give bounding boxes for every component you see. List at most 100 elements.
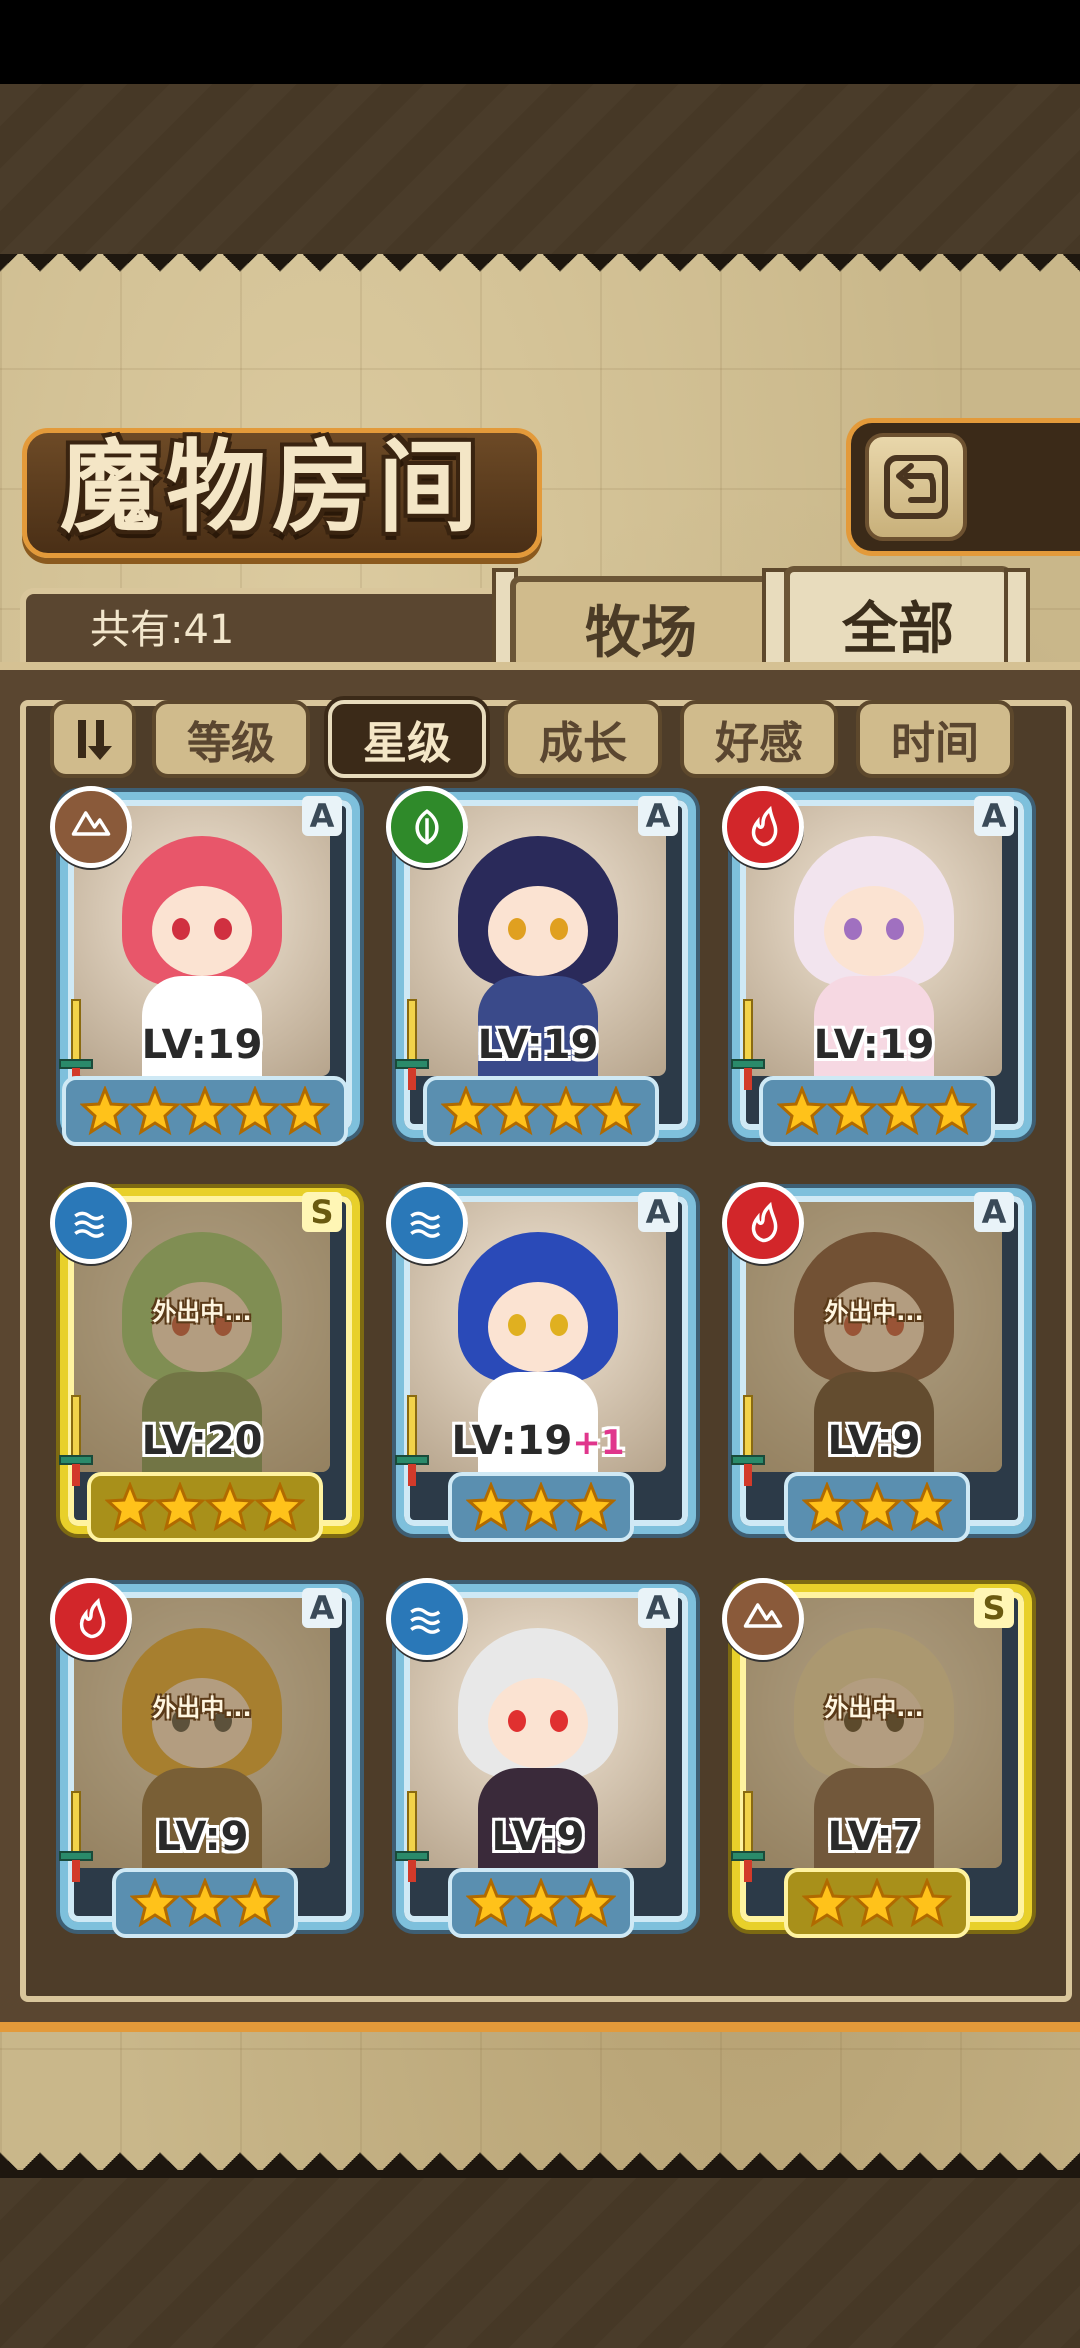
star-rating [722, 1472, 1032, 1542]
sort-label: 成长 [539, 718, 627, 769]
sort-label: 时间 [891, 718, 979, 769]
monster-card[interactable]: A LV:19 [386, 786, 696, 1156]
star-icon [255, 1482, 305, 1532]
star-icon [491, 1086, 541, 1136]
star-icon [802, 1482, 852, 1532]
away-status: 外出中... [824, 1694, 924, 1722]
level-value: LV:19 [813, 1022, 935, 1068]
star-icon [105, 1482, 155, 1532]
sort-order-toggle[interactable] [50, 700, 136, 778]
star-icon [516, 1482, 566, 1532]
star-rating [386, 1868, 696, 1938]
star-icon [230, 1878, 280, 1928]
star-rating [722, 1868, 1032, 1938]
sort-by-time-button[interactable]: 时间 [856, 700, 1014, 778]
star-icon [466, 1878, 516, 1928]
level-value: LV:19 [477, 1022, 599, 1068]
water-icon [50, 1182, 132, 1264]
monster-card[interactable]: A LV:19 [50, 786, 360, 1156]
level-label: LV:19 [74, 1022, 330, 1068]
star-icon [777, 1086, 827, 1136]
level-label: LV:7 [746, 1814, 1002, 1860]
level-label: LV:20 [74, 1418, 330, 1464]
leaf-icon [386, 786, 468, 868]
level-value: LV:19 [141, 1022, 263, 1068]
star-icon [130, 1878, 180, 1928]
star-icon [130, 1086, 180, 1136]
monster-card[interactable]: 外出中... A LV:9 [722, 1182, 1032, 1552]
star-rating [50, 1472, 360, 1542]
level-label: LV:9 [746, 1418, 1002, 1464]
earth-icon [722, 1578, 804, 1660]
star-icon [180, 1878, 230, 1928]
monster-card[interactable]: A LV:19 [722, 786, 1032, 1156]
level-label: LV:9 [410, 1814, 666, 1860]
sort-direction-icon [78, 720, 112, 760]
level-value: LV:9 [827, 1418, 921, 1464]
level-label: LV:19 [746, 1022, 1002, 1068]
star-rating [386, 1472, 696, 1542]
level-value: LV:9 [155, 1814, 249, 1860]
star-icon [852, 1482, 902, 1532]
star-icon [902, 1878, 952, 1928]
fire-icon [722, 1182, 804, 1264]
sort-by-growth-button[interactable]: 成长 [504, 700, 662, 778]
sort-by-level-button[interactable]: 等级 [152, 700, 310, 778]
back-button[interactable] [846, 418, 1080, 556]
level-bonus: +1 [572, 1423, 625, 1463]
tab-all-label: 全部 [842, 595, 954, 662]
sort-by-star-button[interactable]: 星级 [328, 700, 486, 778]
top-decor-strip [0, 84, 1080, 262]
rank-badge: A [302, 1588, 342, 1628]
fire-icon [50, 1578, 132, 1660]
star-rating [386, 1076, 696, 1146]
level-value: LV:7 [827, 1814, 921, 1860]
monster-card[interactable]: 外出中... S LV:20 [50, 1182, 360, 1552]
monster-card[interactable]: 外出中... A LV:9 [50, 1578, 360, 1948]
monster-card[interactable]: 外出中... S LV:7 [722, 1578, 1032, 1948]
star-icon [802, 1878, 852, 1928]
level-label: LV:9 [74, 1814, 330, 1860]
rank-badge: A [638, 796, 678, 836]
star-icon [927, 1086, 977, 1136]
monster-card[interactable]: A LV:19+1 [386, 1182, 696, 1552]
monster-count: 共有:41 [90, 607, 235, 653]
rank-badge: A [974, 1192, 1014, 1232]
water-icon [386, 1182, 468, 1264]
tab-all[interactable]: 全部 [784, 566, 1012, 676]
star-icon [441, 1086, 491, 1136]
level-value: LV:19 [451, 1418, 573, 1464]
rank-badge: A [638, 1588, 678, 1628]
away-status: 外出中... [152, 1298, 252, 1326]
star-icon [466, 1482, 516, 1532]
sort-by-affection-button[interactable]: 好感 [680, 700, 838, 778]
zigzag-border-top [0, 254, 1080, 284]
sort-label: 星级 [363, 718, 451, 769]
star-icon [230, 1086, 280, 1136]
monster-card[interactable]: A LV:9 [386, 1578, 696, 1948]
level-label: LV:19+1 [410, 1418, 666, 1464]
zigzag-border-bottom [0, 2140, 1080, 2170]
return-icon [865, 433, 967, 541]
page-title: 魔物房间 [60, 428, 484, 546]
star-icon [516, 1878, 566, 1928]
fire-icon [722, 786, 804, 868]
star-icon [205, 1482, 255, 1532]
star-icon [155, 1482, 205, 1532]
star-icon [566, 1482, 616, 1532]
star-icon [852, 1878, 902, 1928]
star-icon [827, 1086, 877, 1136]
level-value: LV:9 [491, 1814, 585, 1860]
away-status: 外出中... [152, 1694, 252, 1722]
level-label: LV:19 [410, 1022, 666, 1068]
tab-ranch[interactable]: 牧场 [510, 576, 772, 674]
star-icon [80, 1086, 130, 1136]
star-rating [50, 1868, 360, 1938]
status-bar [0, 0, 1080, 84]
bottom-decor-strip [0, 2170, 1080, 2348]
rank-badge: A [974, 796, 1014, 836]
star-icon [280, 1086, 330, 1136]
star-icon [902, 1482, 952, 1532]
star-icon [591, 1086, 641, 1136]
rank-badge: S [302, 1192, 342, 1232]
